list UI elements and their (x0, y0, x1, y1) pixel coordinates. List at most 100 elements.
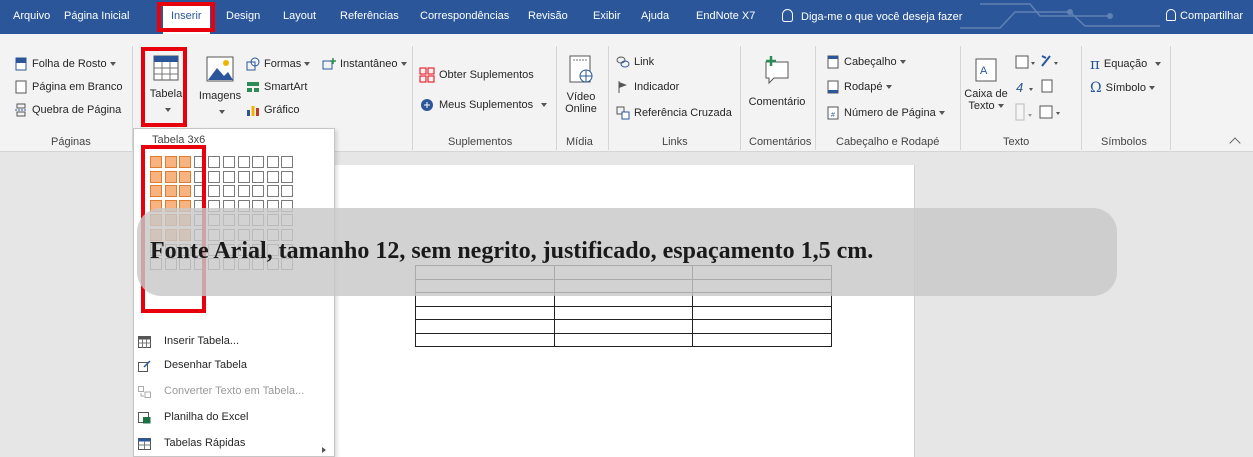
instantaneo-button[interactable]: Instantâneo (322, 57, 407, 71)
chevron-down-icon (304, 62, 311, 66)
grid-cell[interactable] (193, 170, 206, 183)
pi-icon: π (1090, 55, 1100, 73)
grid-cell[interactable] (208, 170, 221, 183)
pagina-em-branco-button[interactable]: Página em Branco (14, 80, 123, 94)
meus-suplementos-button[interactable]: Meus Suplementos (419, 97, 548, 113)
table-cell[interactable] (692, 332, 832, 347)
equacao-button[interactable]: π Equação (1090, 55, 1162, 73)
grid-cell[interactable] (237, 185, 250, 198)
header-icon (827, 55, 839, 69)
page-break-icon (15, 103, 27, 117)
caixa-de-texto-button[interactable]: A Caixa de Texto (964, 58, 1008, 112)
simbolo-button[interactable]: Ω Símbolo (1090, 80, 1155, 96)
obter-suplementos-button[interactable]: Obter Suplementos (419, 67, 534, 83)
table-cell[interactable] (415, 332, 555, 347)
tab-endnote[interactable]: EndNote X7 (696, 10, 755, 22)
tell-me-box[interactable]: Diga-me o que você deseja fazer (782, 9, 962, 23)
footer-icon (827, 80, 839, 94)
grid-cell[interactable] (281, 156, 294, 168)
table-cell[interactable] (415, 305, 555, 320)
link-button[interactable]: Link (616, 55, 654, 69)
grafico-label: Gráfico (264, 104, 300, 116)
grid-cell[interactable] (179, 170, 192, 183)
referencia-cruzada-button[interactable]: Referência Cruzada (616, 106, 732, 120)
grid-cell[interactable] (193, 156, 206, 168)
grid-cell[interactable] (223, 156, 235, 168)
tab-referencias[interactable]: Referências (340, 10, 399, 22)
tab-correspondencias[interactable]: Correspondências (420, 10, 509, 22)
menu-desenhar-tabela[interactable]: Desenhar Tabela (164, 359, 247, 371)
grid-cell[interactable] (237, 170, 250, 183)
rodape-button[interactable]: Rodapé (826, 80, 892, 94)
cabecalho-label: Cabeçalho (844, 56, 897, 68)
grid-cell[interactable] (252, 170, 265, 183)
menu-converter-texto: Converter Texto em Tabela... (164, 385, 305, 397)
tab-revisao[interactable]: Revisão (528, 10, 568, 22)
tab-design[interactable]: Design (226, 10, 260, 22)
folha-de-rosto-button[interactable]: Folha de Rosto (14, 57, 116, 71)
comentario-button[interactable]: Comentário (746, 54, 808, 108)
grid-cell[interactable] (281, 170, 294, 183)
grid-cell[interactable] (164, 185, 177, 198)
table-cell[interactable] (553, 305, 694, 320)
grid-cell[interactable] (150, 156, 162, 168)
table-cell[interactable] (553, 319, 694, 334)
video-online-button[interactable]: Vídeo Online (560, 54, 602, 115)
grid-cell[interactable] (266, 170, 279, 183)
indicador-button[interactable]: Indicador (616, 80, 679, 94)
quebra-de-pagina-label: Quebra de Página (32, 104, 122, 116)
grid-cell[interactable] (281, 185, 294, 198)
tabela-button[interactable]: Tabela (147, 54, 185, 116)
svg-text:#: # (831, 112, 835, 119)
chevron-down-icon (885, 85, 892, 89)
grid-cell[interactable] (266, 156, 279, 168)
tab-ajuda[interactable]: Ajuda (641, 10, 669, 22)
grid-cell[interactable] (223, 185, 235, 198)
table-icon (153, 55, 179, 81)
link-label: Link (634, 56, 655, 68)
table-cell[interactable] (553, 332, 694, 347)
table-cell[interactable] (692, 305, 832, 320)
tab-pagina-inicial[interactable]: Página Inicial (64, 10, 129, 22)
person-icon (1166, 9, 1177, 21)
quebra-de-pagina-button[interactable]: Quebra de Página (14, 103, 121, 117)
group-label-simbolos: Símbolos (1101, 136, 1147, 148)
menu-tabelas-rapidas[interactable]: Tabelas Rápidas (164, 437, 245, 449)
grid-cell[interactable] (179, 185, 192, 198)
numero-de-pagina-button[interactable]: # Número de Página (826, 106, 945, 120)
smartart-label: SmartArt (264, 81, 308, 93)
grid-cell[interactable] (164, 170, 177, 183)
shapes-icon (246, 57, 260, 71)
tab-exibir[interactable]: Exibir (593, 10, 621, 22)
tell-me-text: Diga-me o que você deseja fazer (801, 11, 963, 23)
tab-layout[interactable]: Layout (283, 10, 316, 22)
formas-button[interactable]: Formas (246, 57, 311, 71)
table-cell[interactable] (692, 319, 832, 334)
grid-cell[interactable] (208, 185, 221, 198)
grid-cell[interactable] (252, 156, 265, 168)
draw-table-icon (138, 360, 151, 372)
grid-cell[interactable] (237, 156, 250, 168)
group-separator (608, 46, 609, 150)
grid-cell[interactable] (266, 185, 279, 198)
grid-cell[interactable] (252, 185, 265, 198)
group-label-paginas: Páginas (51, 136, 91, 148)
imagens-button[interactable]: Imagens (198, 56, 242, 118)
group-separator (1170, 46, 1171, 150)
tab-arquivo[interactable]: Arquivo (13, 10, 50, 22)
menu-inserir-tabela[interactable]: Inserir Tabela... (164, 335, 239, 347)
grid-cell[interactable] (150, 185, 162, 198)
grafico-button[interactable]: Gráfico (246, 103, 299, 117)
share-button[interactable]: Compartilhar (1166, 9, 1243, 22)
menu-planilha-excel[interactable]: Planilha do Excel (164, 411, 248, 423)
grid-cell[interactable] (193, 185, 206, 198)
grid-cell[interactable] (223, 170, 235, 183)
grid-cell[interactable] (208, 156, 221, 168)
table-cell[interactable] (415, 319, 555, 334)
cabecalho-button[interactable]: Cabeçalho (826, 55, 906, 69)
grid-cell[interactable] (179, 156, 192, 168)
pagina-em-branco-label: Página em Branco (32, 81, 123, 93)
grid-cell[interactable] (164, 156, 177, 168)
smartart-button[interactable]: SmartArt (246, 80, 307, 94)
grid-cell[interactable] (150, 170, 162, 183)
